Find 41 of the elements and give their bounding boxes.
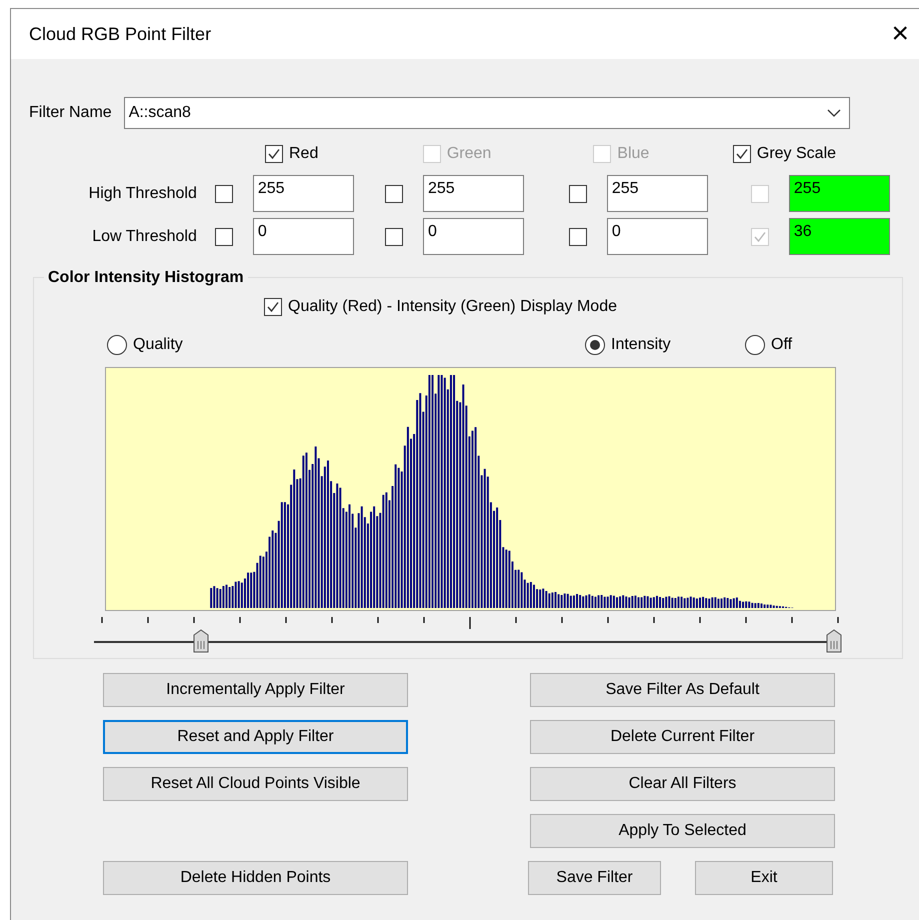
channel-label: Grey Scale [756, 144, 836, 164]
threshold-field[interactable]: 255 [252, 175, 354, 212]
checkbox[interactable] [214, 228, 233, 246]
dialog-button[interactable]: Delete Hidden Points [103, 861, 408, 895]
radio-label: Off [771, 335, 792, 355]
radio-label: Quality [133, 335, 183, 355]
dialog-button[interactable]: Reset and Apply Filter [103, 720, 408, 754]
checkbox[interactable] [732, 145, 751, 163]
threshold-label: Low Threshold [91, 226, 198, 246]
dialog-button[interactable]: Exit [695, 861, 833, 895]
dialog-button[interactable]: Save Filter [528, 861, 661, 895]
checkbox[interactable] [265, 145, 283, 163]
dialog-button[interactable]: Reset All Cloud Points Visible [103, 767, 408, 801]
slider-thumb[interactable] [193, 629, 210, 653]
check-icon [266, 300, 280, 314]
check-icon [267, 147, 281, 161]
check-icon [734, 147, 749, 161]
checkbox-label: Quality (Red) - Intensity (Green) Display Mode [288, 297, 617, 317]
checkbox[interactable] [214, 184, 233, 202]
radio-button[interactable] [585, 335, 605, 355]
check-icon [752, 230, 767, 244]
field-label: Filter Name [29, 103, 112, 123]
radio-button[interactable] [107, 335, 127, 355]
dialog-button[interactable]: Delete Current Filter [530, 720, 835, 754]
filter-name-combobox[interactable]: A::scan8 [124, 97, 850, 129]
dialog-button[interactable]: Clear All Filters [530, 767, 835, 801]
radio-button[interactable] [745, 335, 765, 355]
dialog-button[interactable]: Save Filter As Default [530, 673, 835, 707]
threshold-field[interactable]: 0 [252, 218, 354, 255]
window-title: Cloud RGB Point Filter [29, 22, 212, 46]
slider-thumb[interactable] [826, 629, 842, 653]
chevron-down-icon [826, 109, 841, 117]
dialog-button[interactable]: Apply To Selected [530, 814, 835, 848]
radio-label: Intensity [611, 335, 671, 355]
checkbox[interactable] [264, 298, 282, 316]
channel-label: Red [289, 144, 318, 164]
channel-label: Blue [617, 144, 650, 164]
threshold-label: High Threshold [88, 184, 198, 204]
channel-label: Green [446, 144, 492, 164]
close-button[interactable]: × [891, 19, 909, 49]
dialog-button[interactable]: Incrementally Apply Filter [103, 673, 408, 707]
